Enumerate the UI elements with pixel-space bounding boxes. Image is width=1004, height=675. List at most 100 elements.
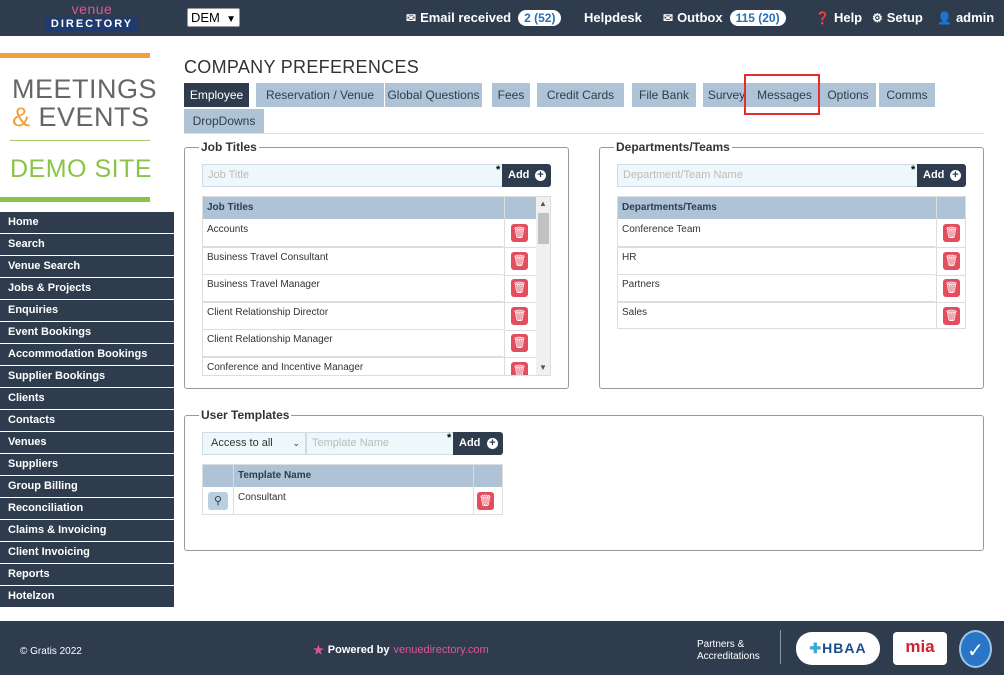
- trash-icon[interactable]: 🗑: [511, 306, 528, 325]
- column-divider: [473, 465, 474, 514]
- job-titles-scrollbar[interactable]: ▲ ▼: [536, 197, 550, 375]
- plus-circle-icon: +: [950, 170, 961, 181]
- envelope-icon: ✉: [406, 11, 417, 25]
- sidebar-item-event-bookings[interactable]: Event Bookings: [0, 322, 174, 344]
- user-menu[interactable]: 👤 admin: [937, 9, 994, 27]
- add-template-button[interactable]: Add +: [453, 432, 503, 455]
- sidebar-item-client-invoicing[interactable]: Client Invoicing: [0, 542, 174, 564]
- user-name: admin: [955, 10, 995, 25]
- job-title-input[interactable]: Job Title: [202, 164, 503, 187]
- helpdesk-link[interactable]: Helpdesk: [584, 9, 642, 27]
- sidebar-item-search[interactable]: Search: [0, 234, 174, 256]
- help-link[interactable]: ❓ Help: [815, 9, 862, 27]
- email-received-link[interactable]: ✉ Email received 2 (52): [406, 9, 562, 27]
- sidebar-item-clients[interactable]: Clients: [0, 388, 174, 410]
- tab-dropdowns[interactable]: DropDowns: [184, 109, 264, 133]
- trash-icon[interactable]: 🗑: [511, 279, 528, 297]
- partners-line1: Partners &: [697, 639, 745, 650]
- powered-by[interactable]: ★ Powered by venuedirectory.com: [313, 643, 489, 657]
- brand-line2: & EVENTS: [12, 103, 157, 131]
- tab-employee[interactable]: Employee: [184, 83, 249, 107]
- trash-icon[interactable]: 🗑: [943, 251, 960, 270]
- tab-comms[interactable]: Comms: [879, 83, 935, 107]
- trash-icon[interactable]: 🗑: [943, 306, 960, 325]
- sidebar-item-enquiries[interactable]: Enquiries: [0, 300, 174, 322]
- departments-action-header: [936, 197, 965, 219]
- row-label: Partners: [622, 279, 660, 290]
- job-titles-column-header: Job Titles: [203, 197, 505, 219]
- row-label: Consultant: [238, 492, 286, 503]
- trash-icon[interactable]: 🗑: [943, 279, 960, 297]
- tab-fees[interactable]: Fees: [492, 83, 530, 107]
- access-select[interactable]: Access to all ⌄: [202, 432, 306, 455]
- job-titles-table: Job Titles Accounts 🗑 Business Travel Cons…: [202, 196, 551, 376]
- table-row: Client Relationship Manager: [203, 330, 503, 357]
- add-department-button[interactable]: Add +: [917, 164, 966, 187]
- sidebar-item-accommodation-bookings[interactable]: Accommodation Bookings: [0, 344, 174, 366]
- sidebar-item-venues[interactable]: Venues: [0, 432, 174, 454]
- tab-file-bank[interactable]: File Bank: [632, 83, 696, 107]
- email-received-badge: 2 (52): [518, 10, 562, 26]
- sidebar-item-home[interactable]: Home: [0, 212, 174, 234]
- hbaa-logo-text: HBAA: [822, 640, 867, 656]
- site-select[interactable]: DEM ▼: [187, 8, 240, 27]
- add-department-label: Add: [923, 169, 945, 181]
- brand-divider: [10, 140, 150, 141]
- sidebar-item-claims-and-invoicing[interactable]: Claims & Invoicing: [0, 520, 174, 542]
- powered-by-label: Powered by: [327, 644, 390, 656]
- tab-global-questions[interactable]: Global Questions: [385, 83, 482, 107]
- row-label: Business Travel Consultant: [207, 251, 329, 263]
- star-icon: ★: [313, 643, 324, 657]
- tab-reservation-venue[interactable]: Reservation / Venue: [256, 83, 384, 107]
- hbaa-logo[interactable]: ✚HBAA: [796, 632, 880, 665]
- venue-directory-logo[interactable]: venue DIRECTORY: [46, 2, 138, 32]
- table-row: Sales: [618, 302, 935, 328]
- trash-icon[interactable]: 🗑: [511, 251, 528, 270]
- tab-credit-cards[interactable]: Credit Cards: [537, 83, 624, 107]
- scrollbar-thumb[interactable]: [538, 213, 549, 244]
- brand-bottom-bar: [0, 197, 150, 202]
- departments-column-header: Departments/Teams: [618, 197, 936, 219]
- trash-icon[interactable]: 🗑: [511, 224, 528, 242]
- gear-icon: ⚙: [872, 11, 883, 25]
- mia-logo[interactable]: mia: [893, 632, 947, 665]
- row-label: Sales: [622, 306, 648, 318]
- department-input[interactable]: Department/Team Name: [617, 164, 918, 187]
- sidebar-item-venue-search[interactable]: Venue Search: [0, 256, 174, 278]
- scroll-up-icon[interactable]: ▲: [539, 199, 547, 208]
- tab-survey[interactable]: Survey: [703, 83, 750, 107]
- brand-line1: MEETINGS: [12, 74, 158, 104]
- template-name-input[interactable]: Template Name: [306, 432, 454, 455]
- table-row: Accounts: [203, 220, 503, 247]
- tab-messages[interactable]: Messages: [750, 83, 819, 107]
- sidebar-item-supplier-bookings[interactable]: Supplier Bookings: [0, 366, 174, 388]
- sidebar-item-group-billing[interactable]: Group Billing: [0, 476, 174, 498]
- sidebar-item-jobs-and-projects[interactable]: Jobs & Projects: [0, 278, 174, 300]
- binoculars-icon[interactable]: ⚲: [208, 492, 228, 510]
- outbox-link[interactable]: ✉ Outbox 115 (20): [663, 9, 786, 27]
- cyber-essentials-logo[interactable]: ✓: [959, 630, 992, 668]
- sidebar-item-reconciliation[interactable]: Reconciliation: [0, 498, 174, 520]
- chevron-down-icon: ▼: [226, 14, 236, 25]
- partners-label: Partners & Accreditations: [697, 639, 760, 663]
- user-icon: 👤: [937, 11, 952, 25]
- row-label: Accounts: [207, 224, 249, 235]
- sidebar-item-reports[interactable]: Reports: [0, 564, 174, 586]
- row-label: Business Travel Manager: [207, 279, 320, 290]
- footer: © Gratis 2022 ★ Powered by venuedirector…: [0, 621, 1004, 675]
- tab-options[interactable]: Options: [820, 83, 876, 107]
- plus-circle-icon: +: [535, 170, 546, 181]
- add-job-title-button[interactable]: Add +: [502, 164, 551, 187]
- scroll-down-icon[interactable]: ▼: [539, 363, 547, 372]
- trash-icon[interactable]: 🗑: [943, 224, 960, 242]
- logo-venue-text: venue: [71, 1, 113, 17]
- sidebar-item-hotelzon[interactable]: Hotelzon: [0, 586, 174, 608]
- trash-icon[interactable]: 🗑: [477, 492, 494, 510]
- site-select-value: DEM: [191, 10, 220, 25]
- column-divider: [504, 197, 505, 375]
- sidebar-item-contacts[interactable]: Contacts: [0, 410, 174, 432]
- setup-link[interactable]: ⚙ Setup: [872, 9, 923, 27]
- sidebar-item-suppliers[interactable]: Suppliers: [0, 454, 174, 476]
- trash-icon[interactable]: 🗑: [511, 361, 528, 375]
- trash-icon[interactable]: 🗑: [511, 334, 528, 352]
